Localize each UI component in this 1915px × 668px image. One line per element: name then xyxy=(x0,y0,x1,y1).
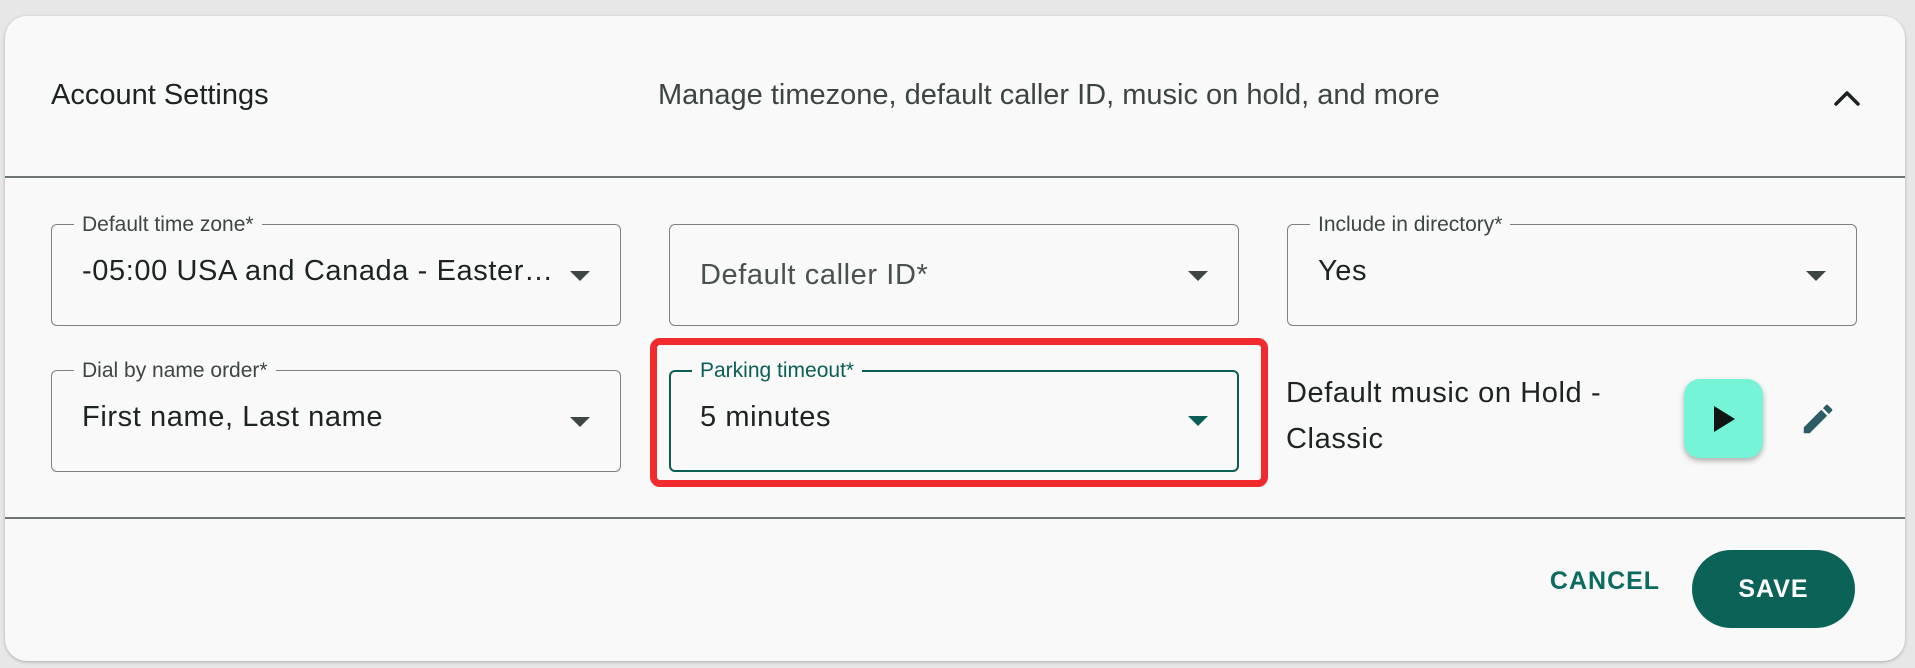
section-title: Account Settings xyxy=(51,79,269,111)
header-divider xyxy=(5,176,1905,178)
chevron-up-icon[interactable] xyxy=(1827,78,1867,118)
time-zone-label: Default time zone* xyxy=(74,212,262,238)
edit-button[interactable] xyxy=(1796,397,1840,441)
parking-timeout-label: Parking timeout* xyxy=(692,358,863,384)
dropdown-arrow-icon xyxy=(1188,416,1208,426)
section-subtitle: Manage timezone, default caller ID, musi… xyxy=(658,79,1440,111)
parking-timeout-select[interactable]: Parking timeout* 5 minutes xyxy=(669,358,1239,472)
play-button[interactable] xyxy=(1684,379,1763,458)
time-zone-value: -05:00 USA and Canada - Eastern Time xyxy=(82,255,560,287)
accordion-header[interactable]: Account Settings Manage timezone, defaul… xyxy=(5,16,1905,176)
dropdown-arrow-icon xyxy=(1806,271,1826,281)
music-on-hold-label: Default music on Hold - Classic xyxy=(1286,377,1602,455)
caller-id-select[interactable]: Default caller ID* xyxy=(669,224,1239,326)
cancel-button[interactable]: CANCEL xyxy=(1535,550,1675,612)
dropdown-arrow-icon xyxy=(570,271,590,281)
dial-order-label: Dial by name order* xyxy=(74,358,276,384)
save-button[interactable]: SAVE xyxy=(1692,550,1855,628)
account-settings-card: Account Settings Manage timezone, defaul… xyxy=(5,16,1905,661)
play-icon xyxy=(1713,405,1735,432)
caller-id-placeholder: Default caller ID* xyxy=(700,259,929,291)
pencil-icon xyxy=(1803,404,1833,434)
dial-order-select[interactable]: Dial by name order* First name, Last nam… xyxy=(51,358,621,472)
directory-label: Include in directory* xyxy=(1310,212,1511,238)
time-zone-select[interactable]: Default time zone* -05:00 USA and Canada… xyxy=(51,212,621,326)
dial-order-value: First name, Last name xyxy=(82,401,384,433)
dropdown-arrow-icon xyxy=(1188,271,1208,281)
directory-select[interactable]: Include in directory* Yes xyxy=(1287,212,1857,326)
parking-timeout-value: 5 minutes xyxy=(700,401,832,433)
dropdown-arrow-icon xyxy=(570,417,590,427)
footer-divider xyxy=(5,517,1905,519)
directory-value: Yes xyxy=(1318,255,1368,287)
